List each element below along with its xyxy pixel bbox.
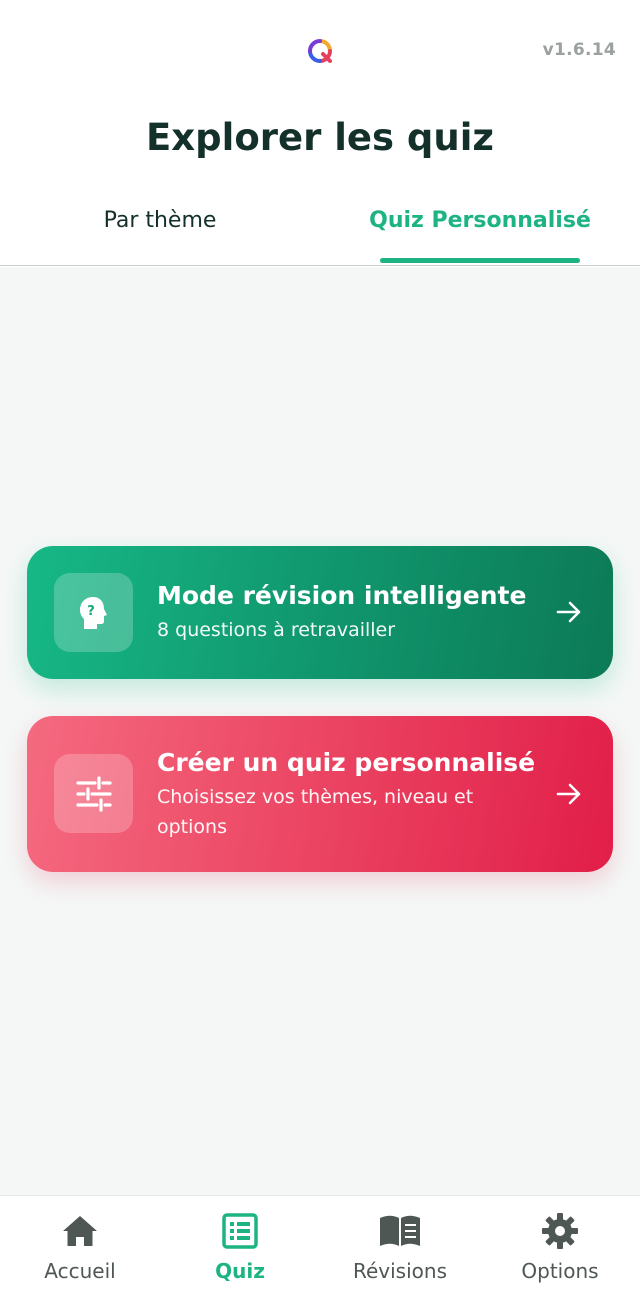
gear-icon (542, 1213, 578, 1249)
arrow-right-icon (556, 601, 581, 623)
tab-par-theme[interactable]: Par thème (40, 196, 280, 266)
list-icon (222, 1213, 258, 1249)
version-label: v1.6.14 (542, 40, 616, 60)
smart-revision-card[interactable]: ? Mode révision intelligente 8 questions… (27, 546, 613, 679)
tab-bar: Par thème Quiz Personnalisé (0, 196, 640, 266)
nav-item-options[interactable]: Options (480, 1196, 640, 1294)
bottom-navigation: Accueil Quiz Révisions Options (0, 1195, 640, 1294)
sliders-icon (75, 775, 112, 812)
quiz-logo-icon (308, 39, 332, 63)
nav-item-accueil[interactable]: Accueil (0, 1196, 160, 1294)
nav-label: Quiz (215, 1259, 265, 1283)
create-custom-quiz-card[interactable]: Créer un quiz personnalisé Choisissez vo… (27, 716, 613, 872)
card-icon-container: ? (54, 573, 133, 652)
card-title: Créer un quiz personnalisé (157, 748, 536, 777)
tab-quiz-personnalise[interactable]: Quiz Personnalisé (358, 196, 602, 266)
main-content: ? Mode révision intelligente 8 questions… (0, 267, 640, 1195)
active-tab-indicator (380, 258, 580, 263)
book-icon (380, 1215, 420, 1246)
header: v1.6.14 Explorer les quiz Par thème Quiz… (0, 0, 640, 266)
page-title: Explorer les quiz (146, 116, 494, 159)
arrow-right-icon (556, 783, 581, 805)
card-subtitle: 8 questions à retravailler (157, 619, 396, 641)
nav-label: Options (521, 1259, 599, 1283)
home-icon (63, 1216, 97, 1246)
nav-item-quiz[interactable]: Quiz (160, 1196, 320, 1294)
nav-item-revisions[interactable]: Révisions (320, 1196, 480, 1294)
card-icon-container (54, 754, 133, 833)
head-question-icon: ? (79, 596, 107, 629)
nav-label: Révisions (352, 1259, 447, 1283)
card-subtitle: Choisissez vos thèmes, niveau et options (157, 786, 474, 838)
card-title: Mode révision intelligente (157, 581, 527, 610)
svg-text:?: ? (87, 604, 95, 619)
nav-label: Accueil (44, 1259, 116, 1283)
